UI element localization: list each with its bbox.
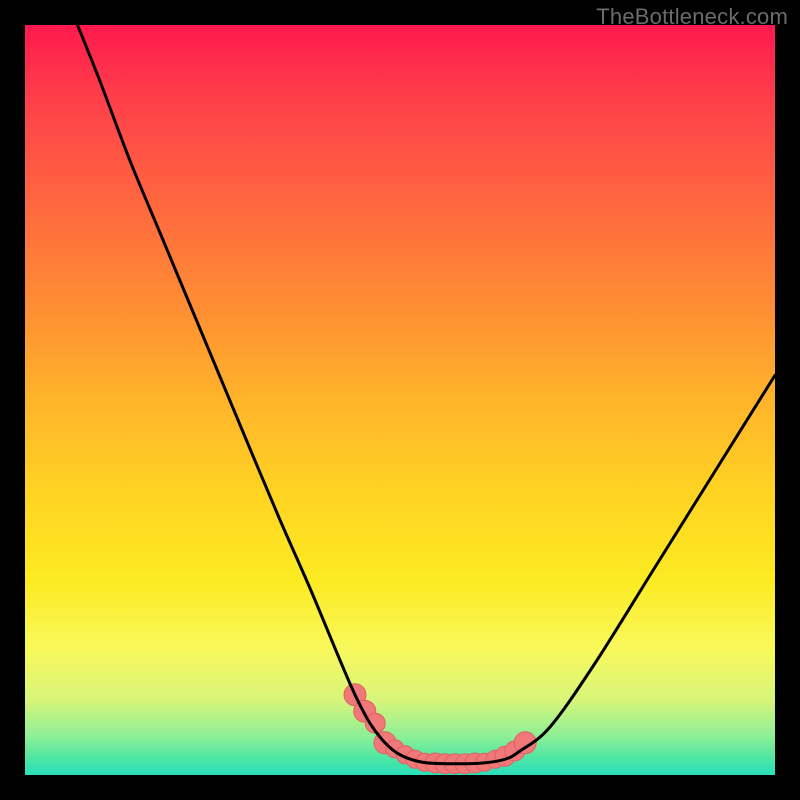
plot-area xyxy=(25,25,775,775)
bottleneck-curve xyxy=(78,25,776,764)
watermark-text: TheBottleneck.com xyxy=(596,4,788,30)
chart-overlay xyxy=(25,25,775,775)
frame: TheBottleneck.com xyxy=(0,0,800,800)
